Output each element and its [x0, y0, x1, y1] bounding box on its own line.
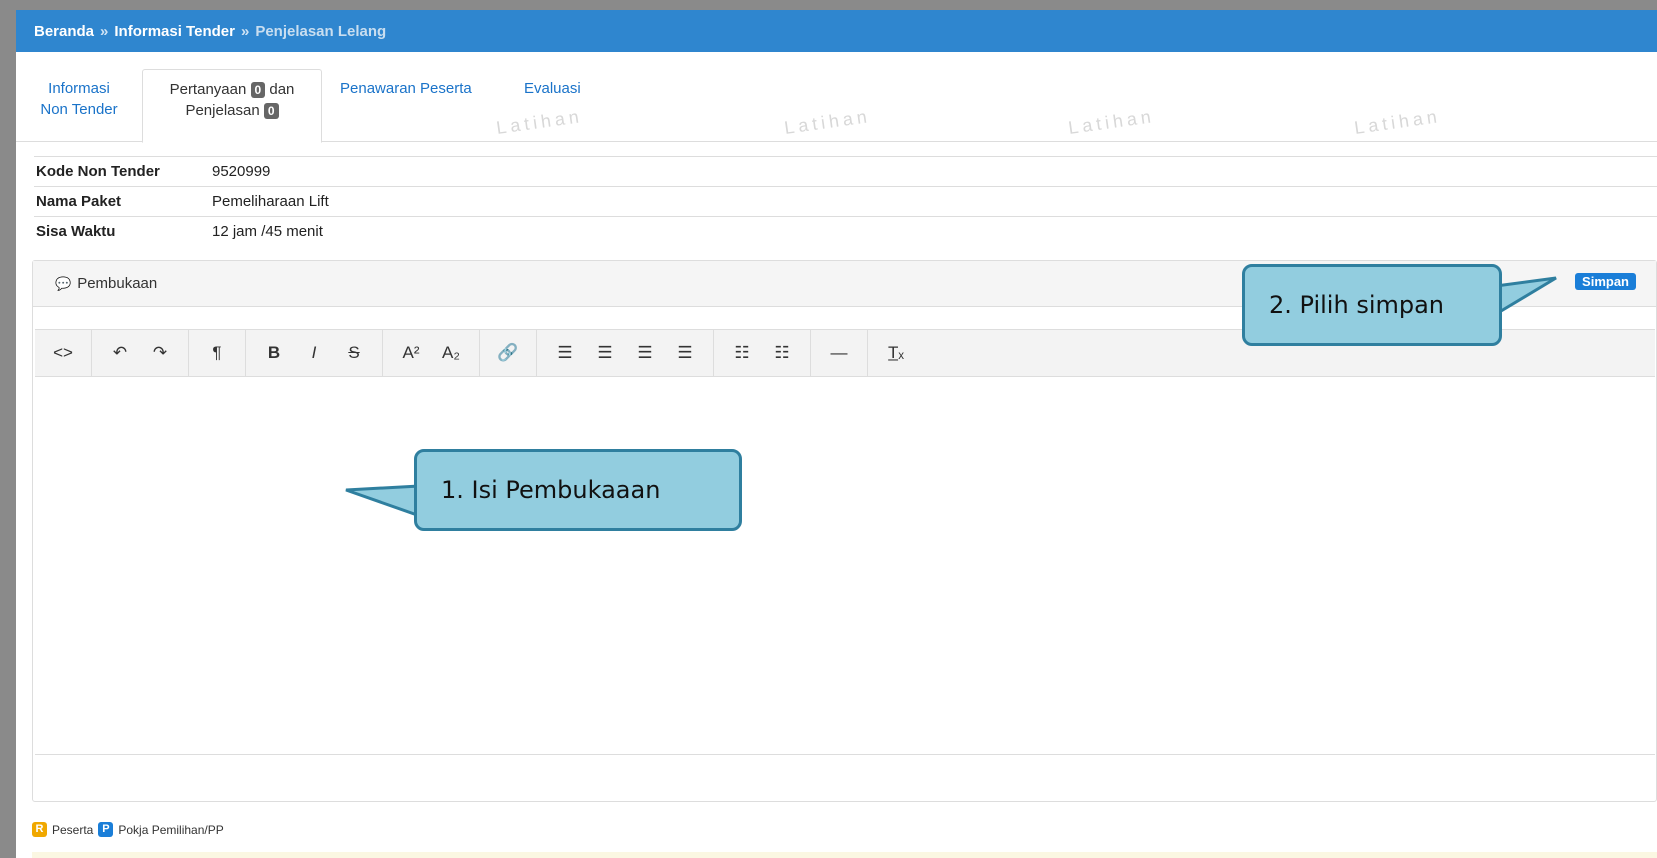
panel-title: Pembukaan [77, 275, 158, 292]
code-view-icon[interactable]: <> [43, 343, 83, 363]
legend: R Peserta P Pokja Pemilihan/PP [32, 822, 224, 837]
question-count-badge: 0 [250, 82, 266, 98]
undo-icon[interactable]: ↶ [100, 343, 140, 363]
tab-pertanyaan-penjelasan[interactable]: Pertanyaan 0 dan Penjelasan 0 [142, 69, 322, 143]
breadcrumb-separator: » [100, 22, 109, 40]
bold-icon[interactable]: B [254, 343, 294, 363]
tab-label: Pertanyaan [169, 81, 247, 98]
tab-label: Penjelasan [185, 102, 260, 119]
info-label: Kode Non Tender [36, 163, 160, 180]
link-icon[interactable]: 🔗 [488, 343, 528, 363]
remove-format-icon[interactable]: T̲ₓ [876, 343, 916, 363]
breadcrumb-home[interactable]: Beranda [34, 23, 94, 40]
info-value: 12 jam /45 menit [212, 223, 323, 240]
italic-icon[interactable]: I [294, 343, 334, 363]
callout-text: 2. Pilih simpan [1269, 291, 1445, 319]
horizontal-rule-icon[interactable]: — [819, 343, 859, 363]
tab-label: dan [269, 81, 295, 98]
paragraph-icon[interactable]: ¶ [197, 343, 237, 363]
breadcrumb-current: Penjelasan Lelang [255, 22, 387, 40]
tender-info-table: Kode Non Tender 9520999 Nama Paket Pemel… [34, 156, 1657, 246]
redo-icon[interactable]: ↷ [140, 343, 180, 363]
align-center-icon[interactable]: ☰ [585, 343, 625, 363]
comments-icon: 💬 [55, 275, 72, 291]
watermark: Latihan [494, 106, 584, 138]
pembukaan-editor[interactable] [35, 377, 1655, 755]
breadcrumb: Beranda » Informasi Tender » Penjelasan … [16, 10, 1657, 52]
note-bar [32, 852, 1657, 858]
tab-label: Non Tender [40, 101, 118, 118]
tab-label: Informasi [48, 80, 110, 97]
pokja-label: Pokja Pemilihan/PP [118, 822, 224, 837]
align-right-icon[interactable]: ☰ [625, 343, 665, 363]
info-row-sisa-waktu: Sisa Waktu 12 jam /45 menit [34, 216, 1657, 246]
breadcrumb-informasi-tender[interactable]: Informasi Tender [114, 23, 235, 40]
info-row-nama-paket: Nama Paket Pemeliharaan Lift [34, 186, 1657, 216]
strikethrough-icon[interactable]: S [334, 343, 374, 363]
answer-count-badge: 0 [263, 103, 279, 119]
peserta-badge: R [32, 822, 47, 837]
callout-pointer [1494, 276, 1557, 317]
align-justify-icon[interactable]: ☰ [665, 343, 705, 363]
align-left-icon[interactable]: ☰ [545, 343, 585, 363]
subscript-icon[interactable]: A₂ [431, 343, 471, 363]
pokja-badge: P [98, 822, 114, 837]
peserta-label: Peserta [52, 822, 94, 837]
watermark: Latihan [1352, 106, 1442, 138]
superscript-icon[interactable]: A² [391, 343, 431, 363]
ordered-list-icon[interactable]: ☷ [762, 343, 802, 363]
info-label: Nama Paket [36, 193, 122, 210]
save-button[interactable]: Simpan [1575, 273, 1636, 290]
tab-bar: Informasi Non Tender Pertanyaan 0 dan Pe… [16, 52, 1657, 143]
app-frame: Beranda » Informasi Tender » Penjelasan … [16, 10, 1657, 858]
info-row-kode: Kode Non Tender 9520999 [34, 156, 1657, 186]
unordered-list-icon[interactable]: ☷ [722, 343, 762, 363]
tab-penawaran-peserta[interactable]: Penawaran Peserta [340, 78, 472, 99]
callout-step-1: 1. Isi Pembukaaan [414, 449, 742, 531]
watermark: Latihan [1066, 106, 1156, 138]
info-value: 9520999 [212, 163, 271, 180]
watermark: Latihan [782, 106, 872, 138]
breadcrumb-separator: » [240, 22, 250, 40]
info-label: Sisa Waktu [36, 223, 116, 240]
callout-text: 1. Isi Pembukaaan [441, 476, 661, 504]
tab-informasi-non-tender[interactable]: Informasi Non Tender [34, 78, 124, 120]
callout-step-2: 2. Pilih simpan [1242, 264, 1502, 346]
tab-evaluasi[interactable]: Evaluasi [524, 78, 581, 99]
info-value: Pemeliharaan Lift [212, 193, 329, 210]
